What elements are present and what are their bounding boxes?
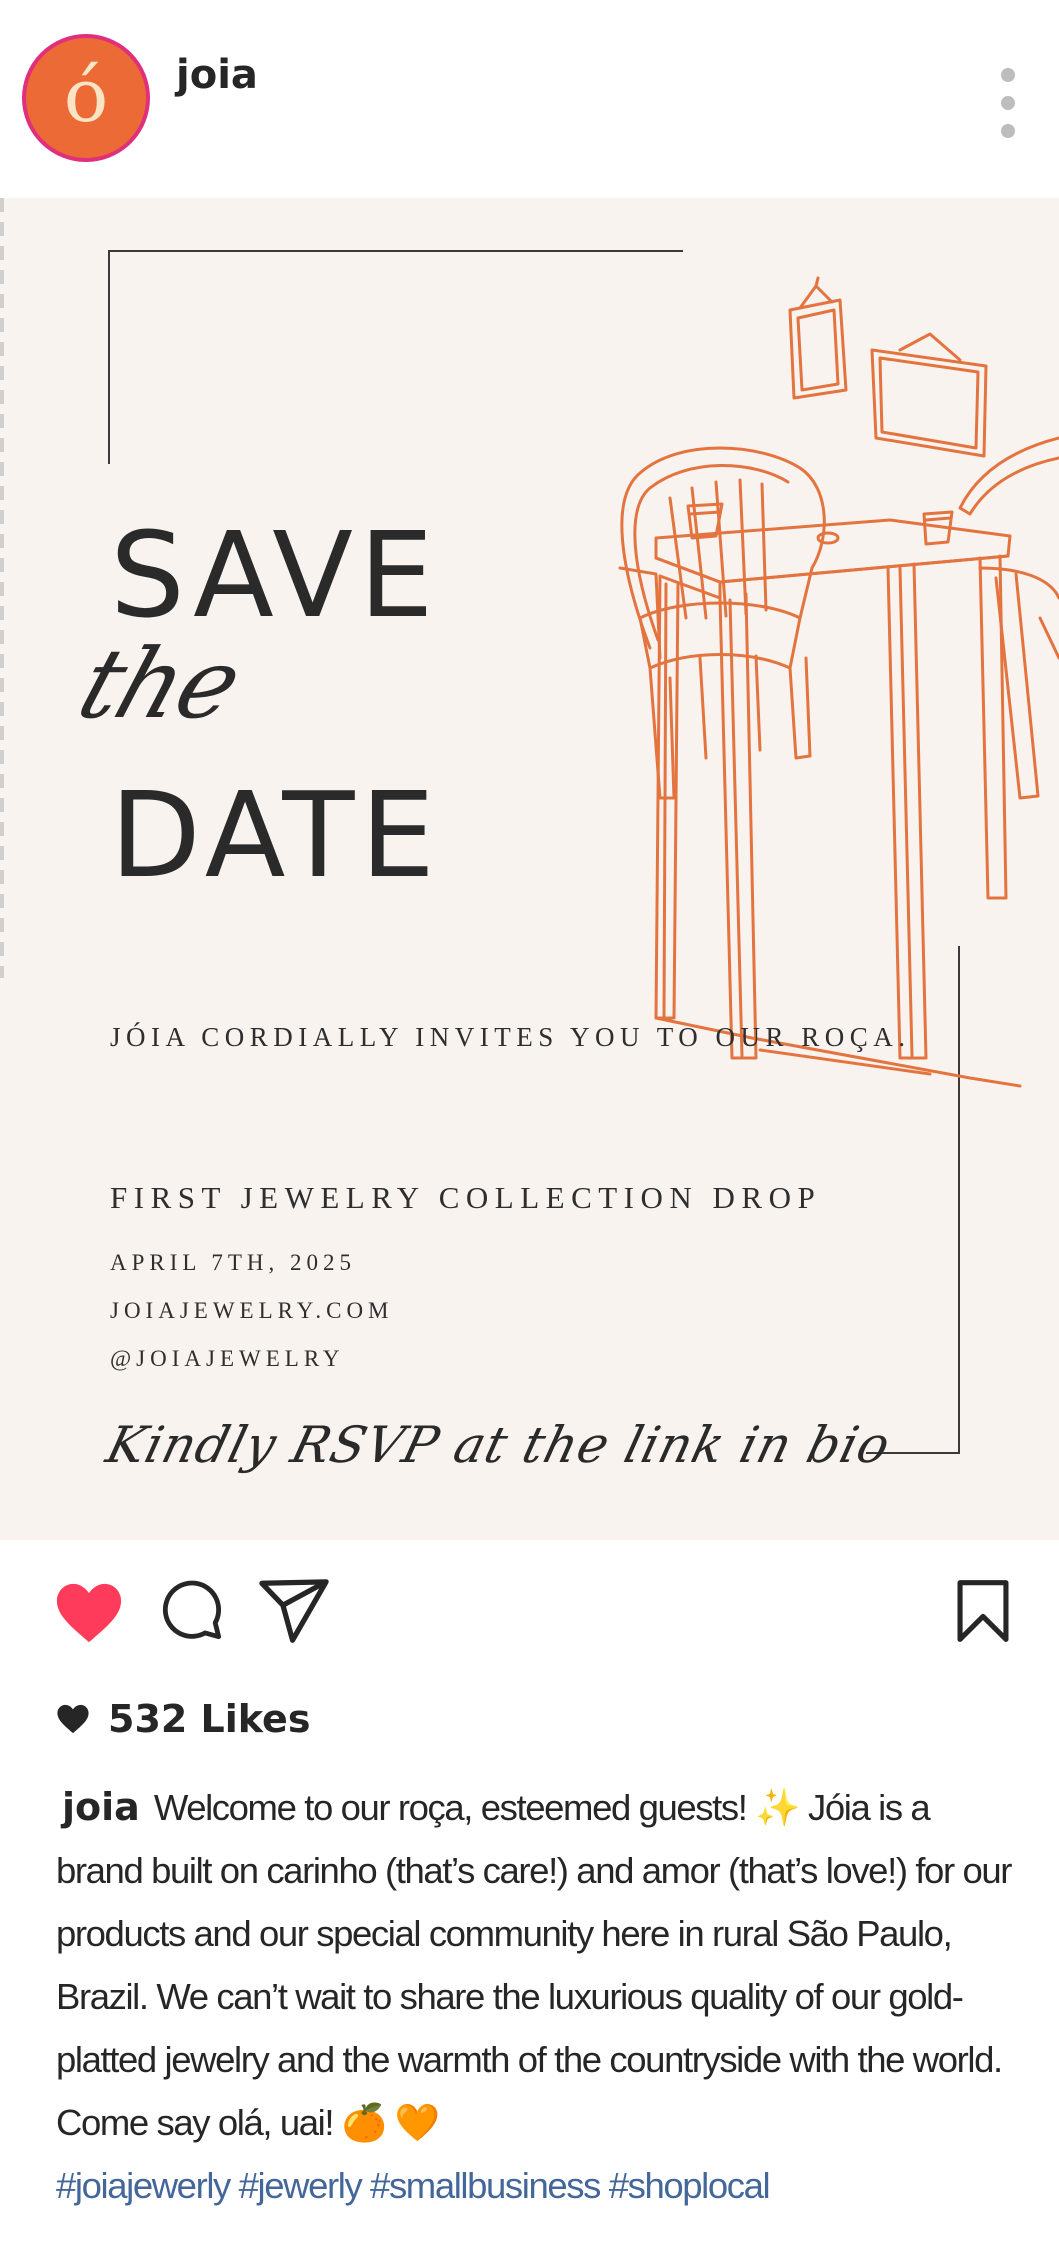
caption: joia Welcome to our roça, esteemed guests… <box>56 1776 1016 2217</box>
action-bar <box>0 1540 1059 1690</box>
heart-filled-icon[interactable] <box>54 1578 124 1648</box>
headline-date: DATE <box>110 766 441 904</box>
more-vertical-icon[interactable] <box>990 68 1026 138</box>
rsvp-line: Kindly RSVP at the link in bio <box>100 1416 897 1474</box>
caption-username[interactable]: joia <box>62 1785 140 1829</box>
table-chairs-illustration <box>618 276 1059 1088</box>
likes-row[interactable]: 532 Likes <box>56 1694 310 1744</box>
avatar[interactable]: ó <box>22 34 150 162</box>
event-date: APRIL 7TH, 2025 <box>110 1250 357 1275</box>
heart-small-icon <box>57 1704 89 1734</box>
caption-text: Welcome to our roça, esteemed guests! ✨ … <box>56 1787 1012 2143</box>
comment-icon[interactable] <box>160 1578 224 1642</box>
post-image[interactable]: SAVE the DATE JÓIA CORDIALLY INVITES YOU… <box>0 198 1059 1540</box>
event-website: JOIAJEWELRY.COM <box>110 1298 394 1323</box>
event-handle: @JOIAJEWELRY <box>110 1346 345 1371</box>
caption-hashtags[interactable]: #joiajewerly #jewerly #smallbusiness #sh… <box>56 2165 771 2206</box>
username[interactable]: joia <box>176 52 258 98</box>
post-header: ó joia <box>0 0 1059 198</box>
invite-line: JÓIA CORDIALLY INVITES YOU TO OUR ROÇA. <box>110 1022 911 1052</box>
avatar-logo: ó <box>63 53 109 139</box>
bookmark-icon[interactable] <box>956 1578 1010 1644</box>
headline-save: SAVE <box>110 506 440 644</box>
headline-the: the <box>65 628 254 740</box>
likes-count: 532 Likes <box>108 1697 311 1741</box>
edge-strip <box>0 198 4 978</box>
frame-line-left <box>108 250 110 464</box>
collection-line: FIRST JEWELRY COLLECTION DROP <box>110 1180 822 1215</box>
paper-plane-icon[interactable] <box>256 1576 332 1646</box>
